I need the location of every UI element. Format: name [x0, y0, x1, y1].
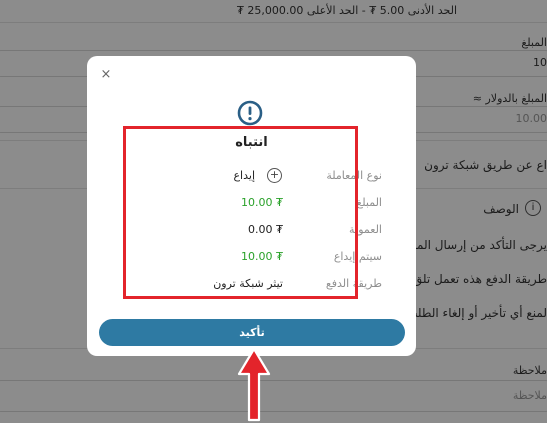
confirm-button[interactable]: تأكيد [99, 319, 405, 346]
highlight-box [123, 126, 358, 299]
exclamation-icon [237, 100, 263, 126]
close-icon[interactable]: × [99, 68, 113, 82]
amount-row-label: المبلغ [356, 196, 382, 209]
red-arrow-icon [237, 347, 271, 422]
